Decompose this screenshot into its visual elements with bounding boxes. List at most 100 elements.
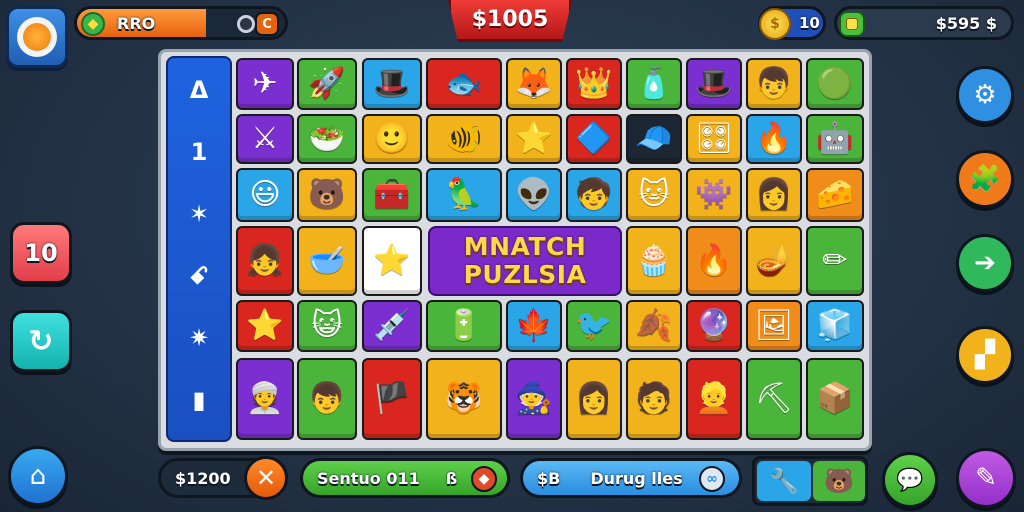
- tile-r5-c3[interactable]: 🐯: [426, 358, 502, 440]
- tile-r1-c7[interactable]: 🎛: [686, 114, 742, 164]
- top-hat-face-icon: 🎩: [695, 66, 733, 101]
- title-line-2: PUZLSIA: [463, 260, 587, 289]
- tile-r3-c8[interactable]: ✏: [806, 226, 864, 296]
- tile-r0-c8[interactable]: 👦: [746, 58, 802, 110]
- tile-r5-c1[interactable]: 👦: [297, 358, 357, 440]
- cat-girl-icon: 🐱: [638, 177, 670, 212]
- tile-r3-c2[interactable]: ⭐: [362, 226, 422, 296]
- tile-r3-c0[interactable]: 👧: [236, 226, 294, 296]
- dialog-pill[interactable]: $B Durug lles ∞: [520, 458, 742, 498]
- tile-r3-c5[interactable]: 🧁: [626, 226, 682, 296]
- tile-r4-c5[interactable]: 🐦: [566, 300, 622, 352]
- tile-r4-c0[interactable]: ⭐: [236, 300, 294, 352]
- tile-r1-c0[interactable]: ⚔: [236, 114, 294, 164]
- tile-r2-c1[interactable]: 🐻: [297, 168, 357, 222]
- next-button[interactable]: ➔: [956, 234, 1014, 292]
- tile-r2-c6[interactable]: 🐱: [626, 168, 682, 222]
- tile-r3-c7[interactable]: 🪔: [746, 226, 802, 296]
- sidebar-item-5[interactable]: ▮: [168, 386, 230, 414]
- tile-r2-c7[interactable]: 👾: [686, 168, 742, 222]
- tile-r2-c5[interactable]: 🧒: [566, 168, 622, 222]
- status-pill[interactable]: Sentuo 011 ß ◆: [300, 458, 510, 498]
- profile-button[interactable]: [6, 6, 68, 68]
- tile-r5-c2[interactable]: 🏴: [362, 358, 422, 440]
- chat-button[interactable]: 💬: [882, 452, 938, 508]
- tile-r0-c0[interactable]: ✈: [236, 58, 294, 110]
- puzzle-icon: 🧩: [968, 164, 1002, 194]
- sidebar-item-4[interactable]: ✷: [168, 324, 230, 352]
- wrench-item[interactable]: 🔧: [757, 461, 811, 501]
- tile-r1-c4[interactable]: ⭐: [506, 114, 562, 164]
- shop-icon: ✎: [975, 463, 997, 493]
- tile-r2-c4[interactable]: 👽: [506, 168, 562, 222]
- blue-hair-face-icon: 👱: [695, 381, 733, 416]
- tile-r4-c6[interactable]: 🍂: [626, 300, 682, 352]
- tile-r3-c6[interactable]: 🔥: [686, 226, 742, 296]
- sidebar-item-1[interactable]: 1: [168, 138, 230, 166]
- game-title-banner: MNATCH PUZLSIA: [428, 226, 622, 296]
- tile-r2-c9[interactable]: 🧀: [806, 168, 864, 222]
- tile-r4-c1[interactable]: 😺: [297, 300, 357, 352]
- settings-button[interactable]: ⚙: [956, 66, 1014, 124]
- tile-r0-c3[interactable]: 🐟: [426, 58, 502, 110]
- tile-r0-c6[interactable]: 🧴: [626, 58, 682, 110]
- tile-r1-c9[interactable]: 🤖: [806, 114, 864, 164]
- cash-counter[interactable]: $595 $: [834, 6, 1014, 40]
- pencil-icon: ✏: [822, 243, 848, 278]
- tile-r1-c3[interactable]: 🐠: [426, 114, 502, 164]
- hint-button[interactable]: ▞: [956, 326, 1014, 384]
- tile-r3-c1[interactable]: 🥣: [297, 226, 357, 296]
- gem-icon: [839, 11, 865, 37]
- tile-r4-c3[interactable]: 🔋: [426, 300, 502, 352]
- bear-item[interactable]: 🐻: [813, 461, 865, 501]
- tile-r0-c2[interactable]: 🎩: [362, 58, 422, 110]
- tile-r5-c4[interactable]: 🧙: [506, 358, 562, 440]
- refresh-button[interactable]: ↻: [10, 310, 72, 372]
- tile-r2-c0[interactable]: 😃: [236, 168, 294, 222]
- red-hair-girl-icon: 👩: [575, 381, 613, 416]
- tile-r5-c5[interactable]: 👩: [566, 358, 622, 440]
- tile-r2-c8[interactable]: 👩: [746, 168, 802, 222]
- tile-r5-c9[interactable]: 📦: [806, 358, 864, 440]
- bottle-icon: 🧴: [635, 66, 673, 101]
- tile-r1-c2[interactable]: 🙂: [362, 114, 422, 164]
- tile-r2-c2[interactable]: 🧰: [362, 168, 422, 222]
- tile-r0-c1[interactable]: 🚀: [297, 58, 357, 110]
- tile-r0-c9[interactable]: 🟢: [806, 58, 864, 110]
- tile-r1-c8[interactable]: 🔥: [746, 114, 802, 164]
- energy-knob[interactable]: [237, 15, 255, 33]
- tile-r4-c8[interactable]: 🖼: [746, 300, 802, 352]
- level-button[interactable]: 10: [10, 222, 72, 284]
- tile-r1-c5[interactable]: 🔷: [566, 114, 622, 164]
- tile-r0-c7[interactable]: 🎩: [686, 58, 742, 110]
- tile-r2-c3[interactable]: 🦜: [426, 168, 502, 222]
- tile-r5-c7[interactable]: 👱: [686, 358, 742, 440]
- tile-r1-c1[interactable]: 🥗: [297, 114, 357, 164]
- tile-r5-c6[interactable]: 🧑: [626, 358, 682, 440]
- cupcake-icon: 🧁: [635, 243, 673, 278]
- bird-icon: 🐦: [575, 308, 613, 343]
- close-button[interactable]: ✕: [244, 456, 288, 500]
- tile-r1-c6[interactable]: 🧢: [626, 114, 682, 164]
- shop-button[interactable]: ✎: [956, 448, 1016, 508]
- puzzle-button[interactable]: 🧩: [956, 150, 1014, 208]
- sidebar-item-3[interactable]: ꗃ: [168, 262, 230, 290]
- tile-r4-c2[interactable]: 💉: [362, 300, 422, 352]
- tile-r0-c4[interactable]: 🦊: [506, 58, 562, 110]
- tile-r4-c9[interactable]: 🧊: [806, 300, 864, 352]
- refresh-icon: ↻: [28, 323, 54, 359]
- gem-icon: 🔷: [575, 121, 613, 156]
- cheese-icon: 🧀: [816, 177, 854, 212]
- face-cap-icon: 🧢: [635, 121, 673, 156]
- tile-r5-c8[interactable]: ⛏: [746, 358, 802, 440]
- tile-r5-c0[interactable]: 👳: [236, 358, 294, 440]
- tile-r4-c4[interactable]: 🍁: [506, 300, 562, 352]
- coin-counter[interactable]: $ 10: [758, 6, 826, 40]
- board-sidebar: Δ 1 ✶ ꗃ ✷ ▮: [166, 56, 232, 442]
- energy-add-button[interactable]: C: [255, 12, 279, 36]
- home-button[interactable]: ⌂: [8, 446, 68, 506]
- tile-r4-c7[interactable]: 🔮: [686, 300, 742, 352]
- sidebar-item-2[interactable]: ✶: [168, 200, 230, 228]
- tile-r0-c5[interactable]: 👑: [566, 58, 622, 110]
- sidebar-item-0[interactable]: Δ: [168, 76, 230, 104]
